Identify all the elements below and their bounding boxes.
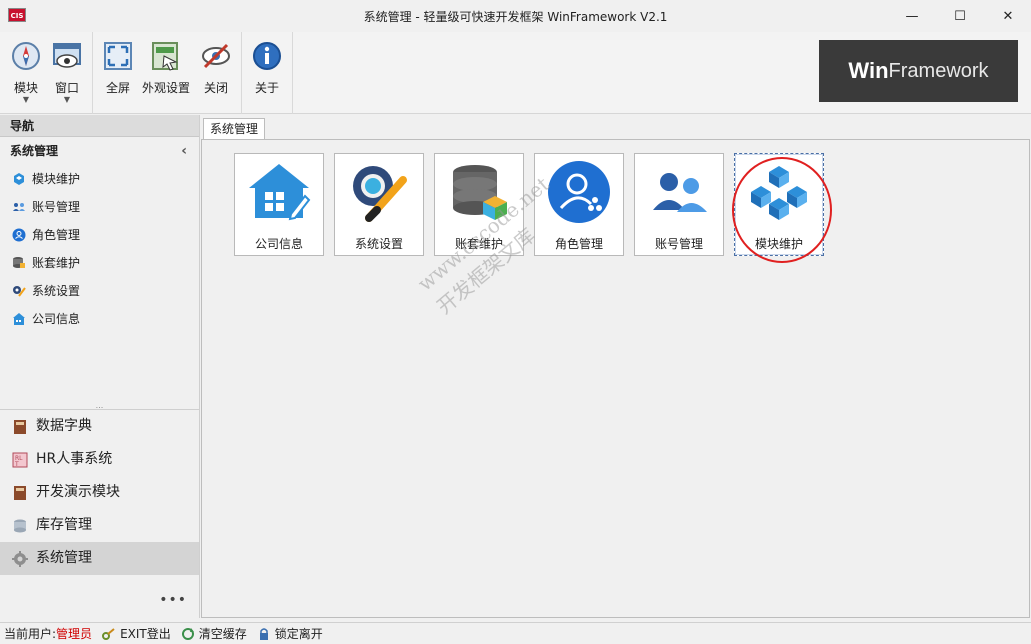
- tile-account-management[interactable]: 账号管理: [634, 153, 724, 256]
- logo-text-bold: Win: [848, 58, 889, 83]
- tile-label: 系统设置: [354, 237, 403, 251]
- sidebar-item-accounts[interactable]: 账号管理: [0, 193, 199, 221]
- logout-button[interactable]: EXIT登出: [102, 625, 171, 642]
- sidebar-item-label: 系统设置: [32, 284, 81, 298]
- close-button[interactable]: ✕: [985, 0, 1031, 32]
- clear-cache-button[interactable]: 清空缓存: [181, 625, 247, 642]
- sidebar-item-company[interactable]: 公司信息: [0, 305, 199, 333]
- module-item-label: 开发演示模块: [36, 484, 120, 500]
- svg-text:T: T: [14, 461, 19, 468]
- settings-icon: [353, 166, 407, 222]
- current-user-label: 当前用户:: [4, 627, 57, 641]
- module-item-demo[interactable]: 开发演示模块: [0, 476, 199, 509]
- modules-icon: [14, 173, 24, 185]
- window-menu-button[interactable]: 窗口 ▼: [43, 40, 91, 104]
- module-item-system-management[interactable]: 系统管理: [0, 542, 199, 575]
- sidebar-item-roles[interactable]: 角色管理: [0, 221, 199, 249]
- module-item-inventory[interactable]: 库存管理: [0, 509, 199, 542]
- fullscreen-icon: [104, 42, 132, 70]
- nav-header: 导航: [0, 115, 199, 137]
- tile-panel: 公司信息 系统设置 账套维护 角色管理 账号管理 模块维护: [201, 139, 1030, 618]
- appearance-label: 外观设置: [141, 81, 190, 95]
- company-icon: [249, 164, 311, 221]
- tile-label: 账号管理: [654, 237, 703, 251]
- highlight-annotation: [732, 157, 832, 263]
- tab-system-management[interactable]: 系统管理: [203, 118, 266, 140]
- close-view-button[interactable]: 关闭: [192, 40, 240, 96]
- about-button[interactable]: 关于: [243, 40, 291, 96]
- sidebar-item-label: 角色管理: [32, 228, 81, 242]
- tile-company-info[interactable]: 公司信息: [234, 153, 324, 256]
- module-item-label: 系统管理: [36, 550, 92, 566]
- sidebar-item-settings[interactable]: 系统设置: [0, 277, 199, 305]
- lock-icon: [259, 627, 268, 640]
- sidebar-item-modules[interactable]: 模块维护: [0, 165, 199, 193]
- fullscreen-button[interactable]: 全屏: [94, 40, 142, 96]
- database-icon: [13, 257, 25, 268]
- sidebar-item-label: 模块维护: [32, 172, 81, 186]
- appearance-icon: [152, 42, 178, 71]
- module-item-label: 库存管理: [36, 517, 92, 533]
- module-item-label: 数据字典: [36, 418, 92, 434]
- book-icon: [14, 485, 26, 500]
- hr-icon: RLT: [12, 452, 28, 468]
- module-item-hr[interactable]: RL T HR人事系统: [0, 443, 199, 476]
- module-switcher: 数据字典 RL T HR人事系统 开发演示模块 库存管理 系统管理: [0, 409, 199, 575]
- sidebar-item-label: 账号管理: [32, 200, 81, 214]
- logout-label: EXIT登出: [120, 627, 171, 641]
- close-view-label: 关闭: [203, 81, 228, 95]
- info-icon: [253, 42, 281, 70]
- main-content: 系统管理 公司信息 系统设置 账套维护 角色管理 账号管理 模块维护 www.c…: [201, 115, 1031, 618]
- stack-icon: [14, 519, 26, 532]
- ribbon-group-help: 关于: [242, 32, 293, 114]
- logo-text: Framework: [888, 59, 989, 82]
- window-title: 系统管理 - 轻量级可快速开发框架 WinFramework V2.1: [363, 10, 668, 24]
- maximize-button[interactable]: ☐: [937, 0, 983, 32]
- status-bar: 当前用户: 管理员 EXIT登出 清空缓存 锁定离开: [0, 622, 1031, 644]
- module-item-label: HR人事系统: [36, 451, 113, 467]
- nav-group-title[interactable]: 系统管理 ‹: [0, 137, 199, 165]
- nav-group-title-label: 系统管理: [10, 144, 59, 158]
- tile-label: 公司信息: [254, 237, 303, 251]
- module-item-data-dictionary[interactable]: 数据字典: [0, 410, 199, 443]
- ribbon-group-view: 全屏 外观设置 关闭: [93, 32, 242, 114]
- lock-button[interactable]: 锁定离开: [257, 625, 323, 642]
- appearance-button[interactable]: 外观设置: [141, 40, 191, 96]
- winframework-logo: Win Framework: [819, 40, 1018, 102]
- company-icon: [13, 313, 25, 325]
- minimize-button[interactable]: —: [889, 0, 935, 32]
- clear-cache-label: 清空缓存: [198, 627, 247, 641]
- ribbon-toolbar: 模块 ▼ 窗口 ▼ 全屏 外观设置 关闭 关于 Win Framework: [0, 32, 1031, 114]
- settings-icon: [13, 286, 26, 297]
- eye-closed-icon: [202, 43, 230, 69]
- current-user-name: 管理员: [56, 627, 93, 641]
- ribbon-group-navigation: 模块 ▼ 窗口 ▼: [0, 32, 93, 114]
- sidebar-item-label: 公司信息: [32, 312, 81, 326]
- lock-label: 锁定离开: [274, 627, 323, 641]
- role-icon: [12, 228, 26, 242]
- sidebar-item-label: 账套维护: [32, 256, 81, 270]
- title-bar: CIS 系统管理 - 轻量级可快速开发框架 WinFramework V2.1 …: [0, 0, 1031, 32]
- about-label: 关于: [254, 81, 279, 95]
- navigation-sidebar: 导航 系统管理 ‹ 模块维护 账号管理 角色管理 账套维护 系统设置 公司信息 …: [0, 115, 200, 618]
- users-icon: [653, 173, 707, 212]
- book-icon: [14, 419, 26, 434]
- chevron-left-icon[interactable]: ‹: [181, 137, 187, 165]
- key-icon: [102, 627, 115, 640]
- compass-icon: [12, 42, 40, 70]
- window-eye-icon: [53, 43, 81, 68]
- sidebar-item-account-sets[interactable]: 账套维护: [0, 249, 199, 277]
- refresh-icon: [181, 627, 194, 640]
- fullscreen-label: 全屏: [105, 81, 130, 95]
- tile-system-settings[interactable]: 系统设置: [334, 153, 424, 256]
- window-menu-label: 窗口: [54, 81, 79, 95]
- users-icon: [13, 203, 25, 211]
- chevron-down-icon: ▼: [63, 95, 71, 104]
- gear-icon: [12, 550, 28, 567]
- more-options-button[interactable]: •••: [159, 592, 187, 608]
